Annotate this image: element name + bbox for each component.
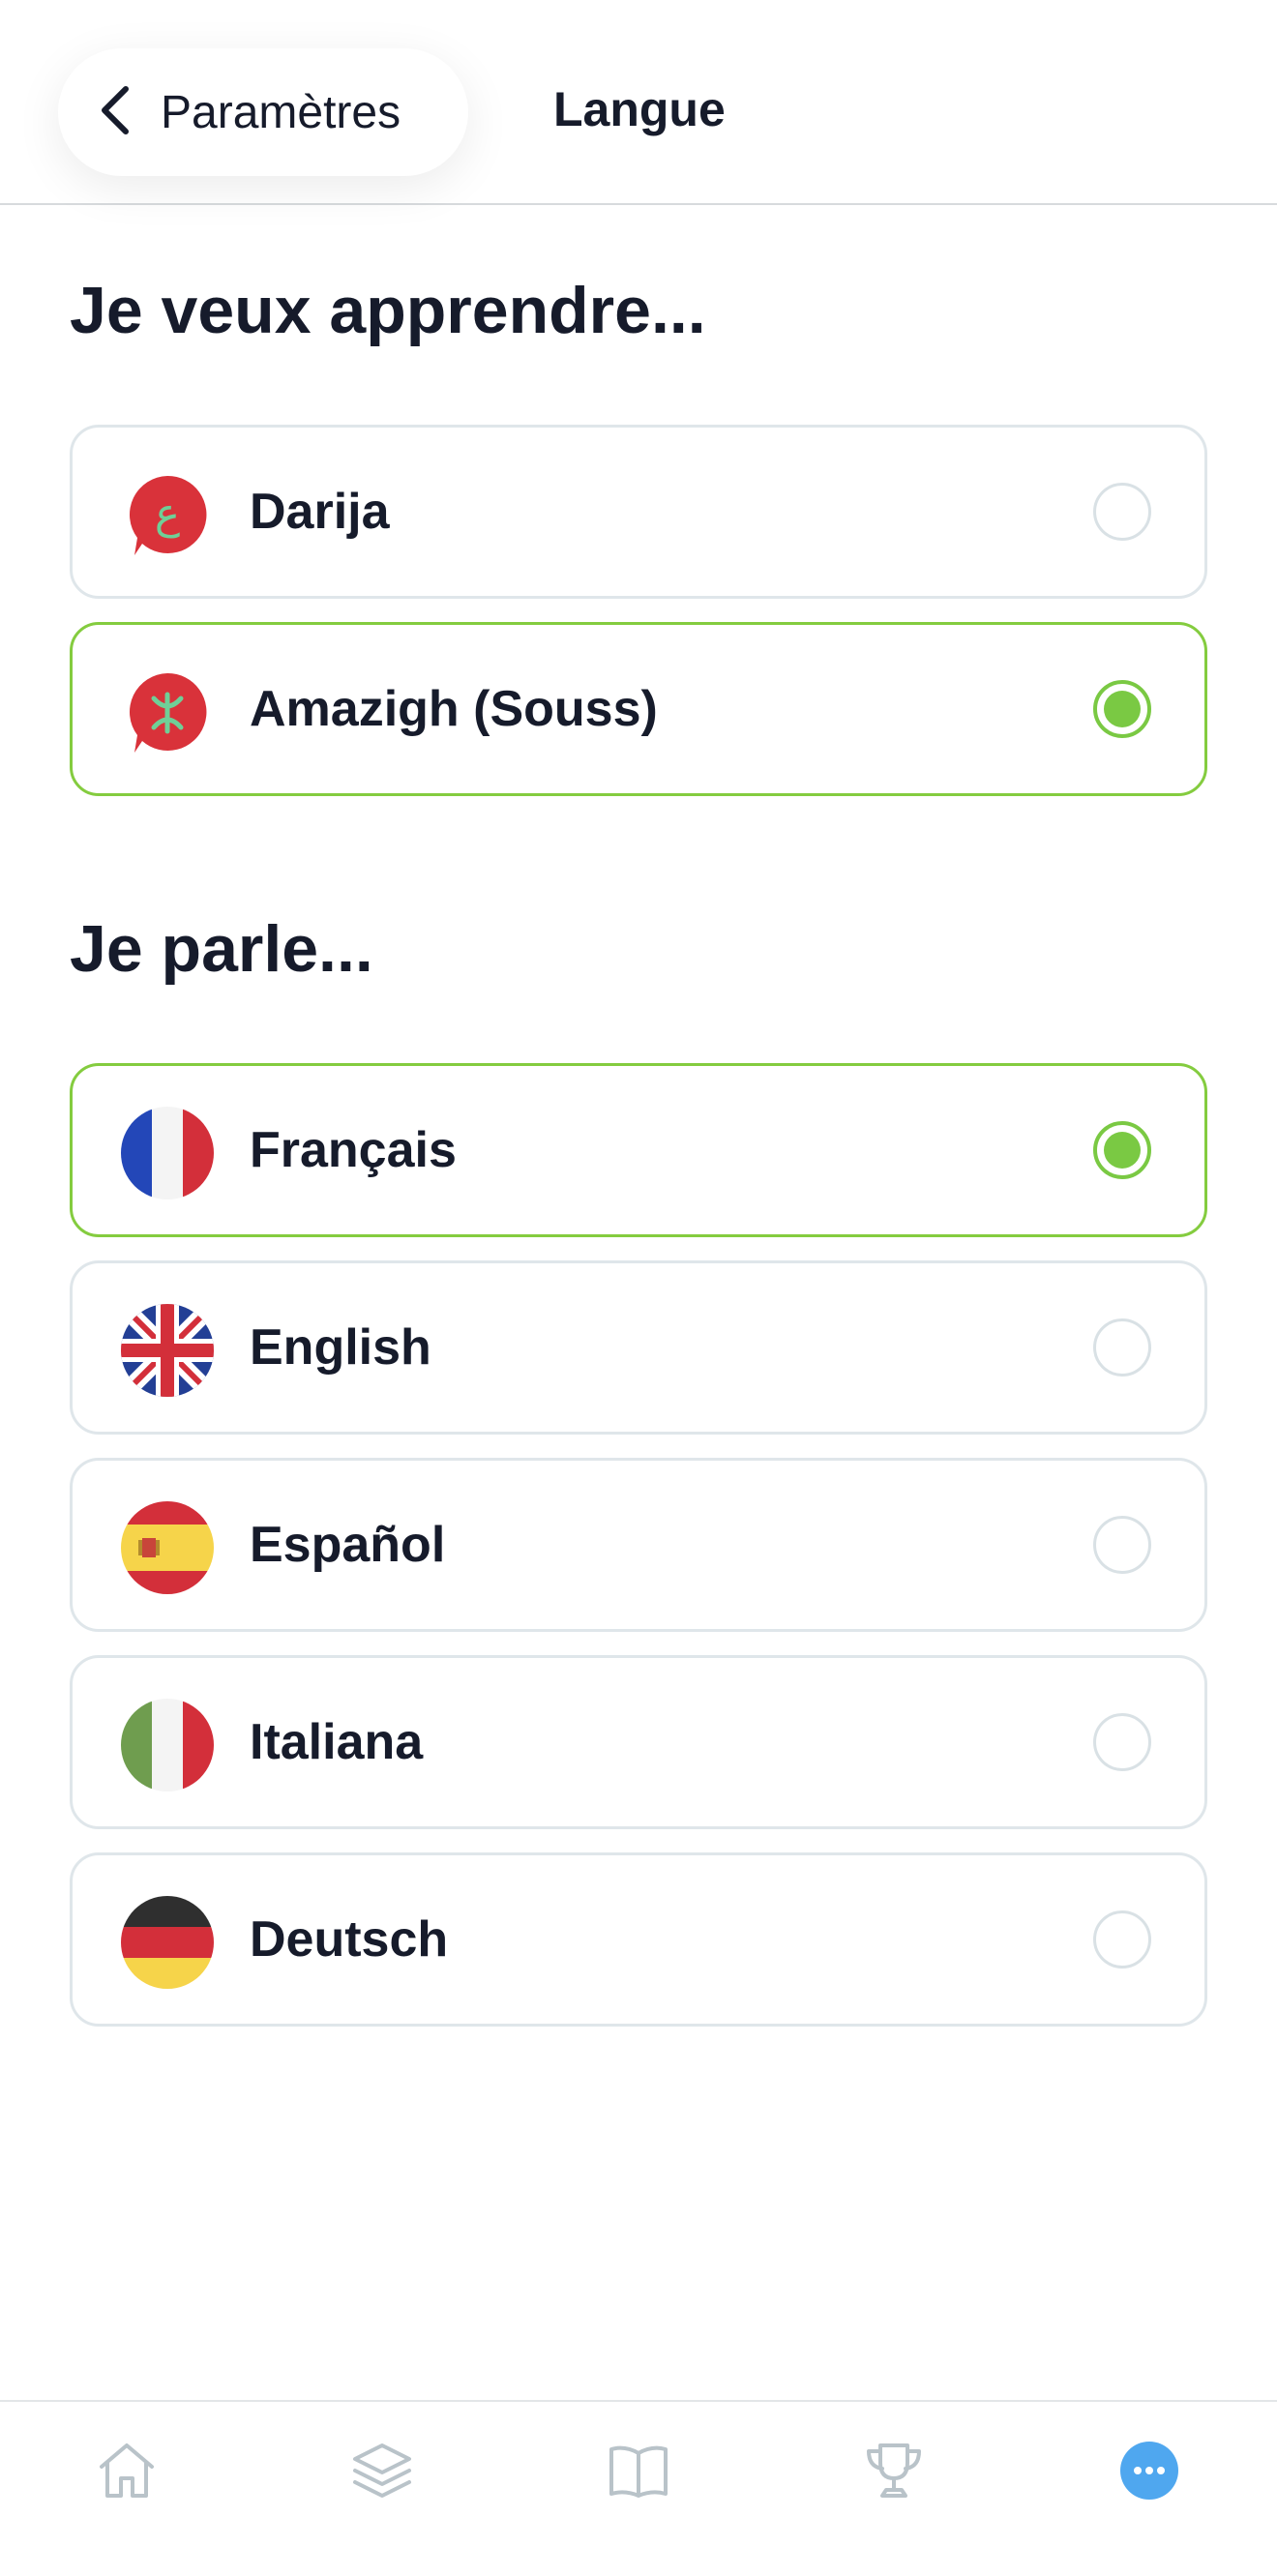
speak-option-deutsch[interactable]: Deutsch [70,1852,1207,2027]
amazigh-bubble-icon [121,666,214,758]
more-icon [1114,2436,1184,2510]
darija-bubble-icon: ع [121,468,214,561]
trophy-icon [859,2436,929,2510]
option-label: Français [250,1122,457,1178]
italian-flag-icon [121,1699,214,1791]
nav-more[interactable] [1106,2429,1193,2516]
learn-option-darija[interactable]: ع Darija [70,425,1207,599]
bottom-nav [0,2400,1277,2576]
french-flag-icon [121,1107,214,1199]
radio-button-selected[interactable] [1093,1121,1151,1179]
book-icon [604,2436,673,2510]
radio-button[interactable] [1093,483,1151,541]
option-label: English [250,1319,431,1376]
radio-button[interactable] [1093,1516,1151,1574]
option-label: Deutsch [250,1911,449,1968]
radio-button[interactable] [1093,1910,1151,1969]
speak-option-espanol[interactable]: Español [70,1458,1207,1632]
back-button[interactable]: Paramètres [58,48,468,176]
radio-button-selected[interactable] [1093,680,1151,738]
layers-icon [347,2436,417,2510]
page-title: Langue [553,82,726,136]
nav-library[interactable] [595,2429,682,2516]
speak-option-english[interactable]: English [70,1260,1207,1435]
back-button-label: Paramètres [161,86,401,138]
nav-achievements[interactable] [850,2429,937,2516]
german-flag-icon [121,1896,214,1989]
spanish-flag-icon [121,1501,214,1594]
language-settings-screen: Paramètres Langue Je veux apprendre... ع… [0,0,1277,2576]
nav-lessons[interactable] [339,2429,426,2516]
learn-option-amazigh[interactable]: Amazigh (Souss) [70,622,1207,796]
speak-option-francais[interactable]: Français [70,1063,1207,1237]
learn-section-title: Je veux apprendre... [70,274,706,347]
speak-option-italiana[interactable]: Italiana [70,1655,1207,1829]
header: Paramètres Langue [0,0,1277,205]
option-label: Español [250,1517,446,1573]
option-label: Amazigh (Souss) [250,681,658,737]
home-icon [92,2436,162,2510]
option-label: Italiana [250,1714,424,1770]
option-label: Darija [250,484,390,540]
radio-button[interactable] [1093,1318,1151,1377]
svg-text:ع: ع [155,489,180,539]
uk-flag-icon [121,1304,214,1397]
nav-home[interactable] [83,2429,170,2516]
radio-button[interactable] [1093,1713,1151,1771]
chevron-left-icon [93,81,139,144]
speak-section-title: Je parle... [70,912,373,986]
